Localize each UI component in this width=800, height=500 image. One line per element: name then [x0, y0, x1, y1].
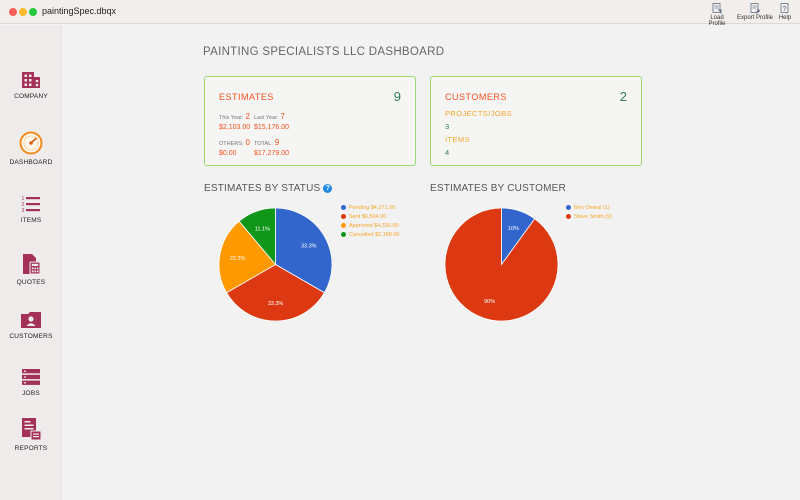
slice-label-1: 33.3%	[268, 301, 284, 307]
sidebar-item-label: QUOTES	[16, 279, 46, 286]
estimates-card-title: ESTIMATES	[219, 92, 274, 102]
question-icon[interactable]: ?	[323, 184, 333, 193]
this-year-stat: This Year: 2	[219, 112, 250, 121]
sidebar-item-customers[interactable]: CUSTOMERS	[0, 311, 62, 340]
legend-swatch	[341, 205, 346, 210]
sidebar-item-company[interactable]: COMPANY	[0, 71, 62, 100]
sidebar-item-items[interactable]: 1 2 3 ITEMS	[0, 195, 62, 224]
svg-text:?: ?	[783, 6, 787, 13]
others-stat: OTHERS: 0	[219, 138, 250, 147]
customers-card[interactable]: CUSTOMERS 2 PROJECTS/JOBS 3 ITEMS 4	[430, 76, 642, 166]
others-count: 0	[245, 138, 250, 147]
sidebar-item-label: ITEMS	[20, 217, 42, 224]
last-year-amount: $15,176.00	[254, 124, 290, 131]
export-profile-icon	[750, 3, 760, 14]
contact-icon	[21, 312, 41, 328]
items-label: ITEMS	[445, 135, 470, 144]
help-label: Help	[778, 15, 792, 21]
customer-chart-title: ESTIMATES BY CUSTOMER	[430, 183, 566, 194]
building-icon	[22, 72, 40, 88]
status-chart-heading: ESTIMATES BY STATUS?	[204, 183, 333, 194]
legend-item[interactable]: Cancelled $2,168.00	[341, 230, 399, 239]
others-amount: $0.00	[219, 150, 237, 157]
sidebar-item-label: DASHBOARD	[9, 159, 53, 166]
sidebar-item-label: CUSTOMERS	[9, 333, 53, 340]
this-year-count: 2	[245, 112, 250, 121]
slice-label-0: 10%	[508, 226, 519, 232]
legend-item[interactable]: Steve Smith (9)	[566, 212, 612, 221]
title-bar: paintingSpec.dbqx Load Profile Export Pr…	[0, 0, 800, 27]
estimates-total: 9	[393, 89, 401, 104]
items-value: 4	[445, 148, 450, 157]
minimize-window-button[interactable]	[19, 8, 27, 16]
last-year-count: 7	[280, 112, 285, 121]
svg-text:3: 3	[22, 208, 25, 213]
sidebar: COMPANY DASHBOARD 1 2 3 ITEMS QUOTES CUS…	[0, 25, 62, 500]
others-label: OTHERS:	[219, 141, 244, 147]
sidebar-item-quotes[interactable]: QUOTES	[0, 253, 62, 286]
legend-label: Approved $4,336.00	[349, 222, 399, 229]
legend-item[interactable]: Approved $4,336.00	[341, 221, 399, 230]
slice-label-3: 11.1%	[255, 226, 270, 232]
customers-total: 2	[619, 89, 627, 104]
customer-legend: Ben Omeal (1) Steve Smith (9)	[566, 203, 612, 221]
list-icon: 1 2 3	[22, 196, 40, 213]
projects-jobs-value: 3	[445, 122, 450, 131]
legend-swatch	[341, 232, 346, 237]
calculator-icon	[23, 254, 41, 275]
projects-jobs-label: PROJECTS/JOBS	[445, 109, 512, 118]
zoom-window-button[interactable]	[29, 8, 37, 16]
help-icon: ?	[780, 3, 789, 13]
legend-swatch	[566, 214, 571, 219]
gauge-icon	[19, 131, 43, 155]
total-amount: $17,279.00	[254, 150, 290, 157]
help-button[interactable]: ? Help	[777, 3, 793, 21]
report-icon	[22, 418, 42, 441]
legend-item[interactable]: Ben Omeal (1)	[566, 203, 612, 212]
customer-pie-chart: 10% 90%	[444, 207, 559, 322]
legend-label: Pending $4,271.00	[349, 204, 396, 211]
sidebar-item-jobs[interactable]: JOBS	[0, 368, 62, 397]
status-pie-chart: 33.3% 33.3% 22.2% 11.1%	[218, 207, 333, 322]
main-content: PAINTING SPECIALISTS LLC DASHBOARD ESTIM…	[63, 25, 800, 500]
customers-card-title: CUSTOMERS	[445, 92, 507, 102]
sidebar-item-reports[interactable]: REPORTS	[0, 417, 62, 452]
slice-label-0: 33.3%	[301, 243, 317, 249]
legend-label: Steve Smith (9)	[574, 213, 612, 220]
status-legend: Pending $4,271.00 Sent $6,504.00 Approved …	[341, 203, 399, 239]
load-profile-button[interactable]: Load Profile	[702, 3, 732, 27]
sidebar-item-label: JOBS	[22, 390, 40, 397]
load-profile-icon	[712, 3, 722, 14]
slice-label-1: 90%	[484, 299, 495, 305]
legend-swatch	[341, 223, 346, 228]
estimates-card[interactable]: ESTIMATES 9 This Year: 2 Last Year: 7 $2,1…	[204, 76, 416, 166]
sidebar-item-label: COMPANY	[14, 93, 48, 100]
total-stat: TOTAL: 9	[254, 138, 279, 147]
stack-icon	[22, 369, 40, 385]
legend-swatch	[566, 205, 571, 210]
legend-swatch	[341, 214, 346, 219]
legend-label: Sent $6,504.00	[349, 213, 387, 220]
close-window-button[interactable]	[9, 8, 17, 16]
last-year-stat: Last Year: 7	[254, 112, 285, 121]
total-label: TOTAL:	[254, 141, 273, 147]
export-profile-button[interactable]: Export Profile	[737, 3, 773, 21]
legend-item[interactable]: Sent $6,504.00	[341, 212, 399, 221]
sidebar-item-dashboard[interactable]: DASHBOARD	[0, 131, 62, 166]
legend-item[interactable]: Pending $4,271.00	[341, 203, 399, 212]
window-title: paintingSpec.dbqx	[42, 6, 117, 16]
legend-label: Ben Omeal (1)	[574, 204, 610, 211]
status-chart-title: ESTIMATES BY STATUS	[204, 183, 321, 194]
page-title: PAINTING SPECIALISTS LLC DASHBOARD	[203, 46, 445, 58]
export-profile-label: Export Profile	[737, 15, 774, 21]
total-count: 9	[274, 138, 280, 147]
this-year-label: This Year:	[219, 115, 244, 121]
this-year-amount: $2,103.00	[219, 124, 251, 131]
sidebar-item-label: REPORTS	[14, 445, 48, 452]
legend-label: Cancelled $2,168.00	[349, 231, 400, 238]
pie-slice-1[interactable]	[444, 207, 559, 322]
slice-label-2: 22.2%	[230, 256, 246, 262]
last-year-label: Last Year:	[254, 115, 279, 121]
